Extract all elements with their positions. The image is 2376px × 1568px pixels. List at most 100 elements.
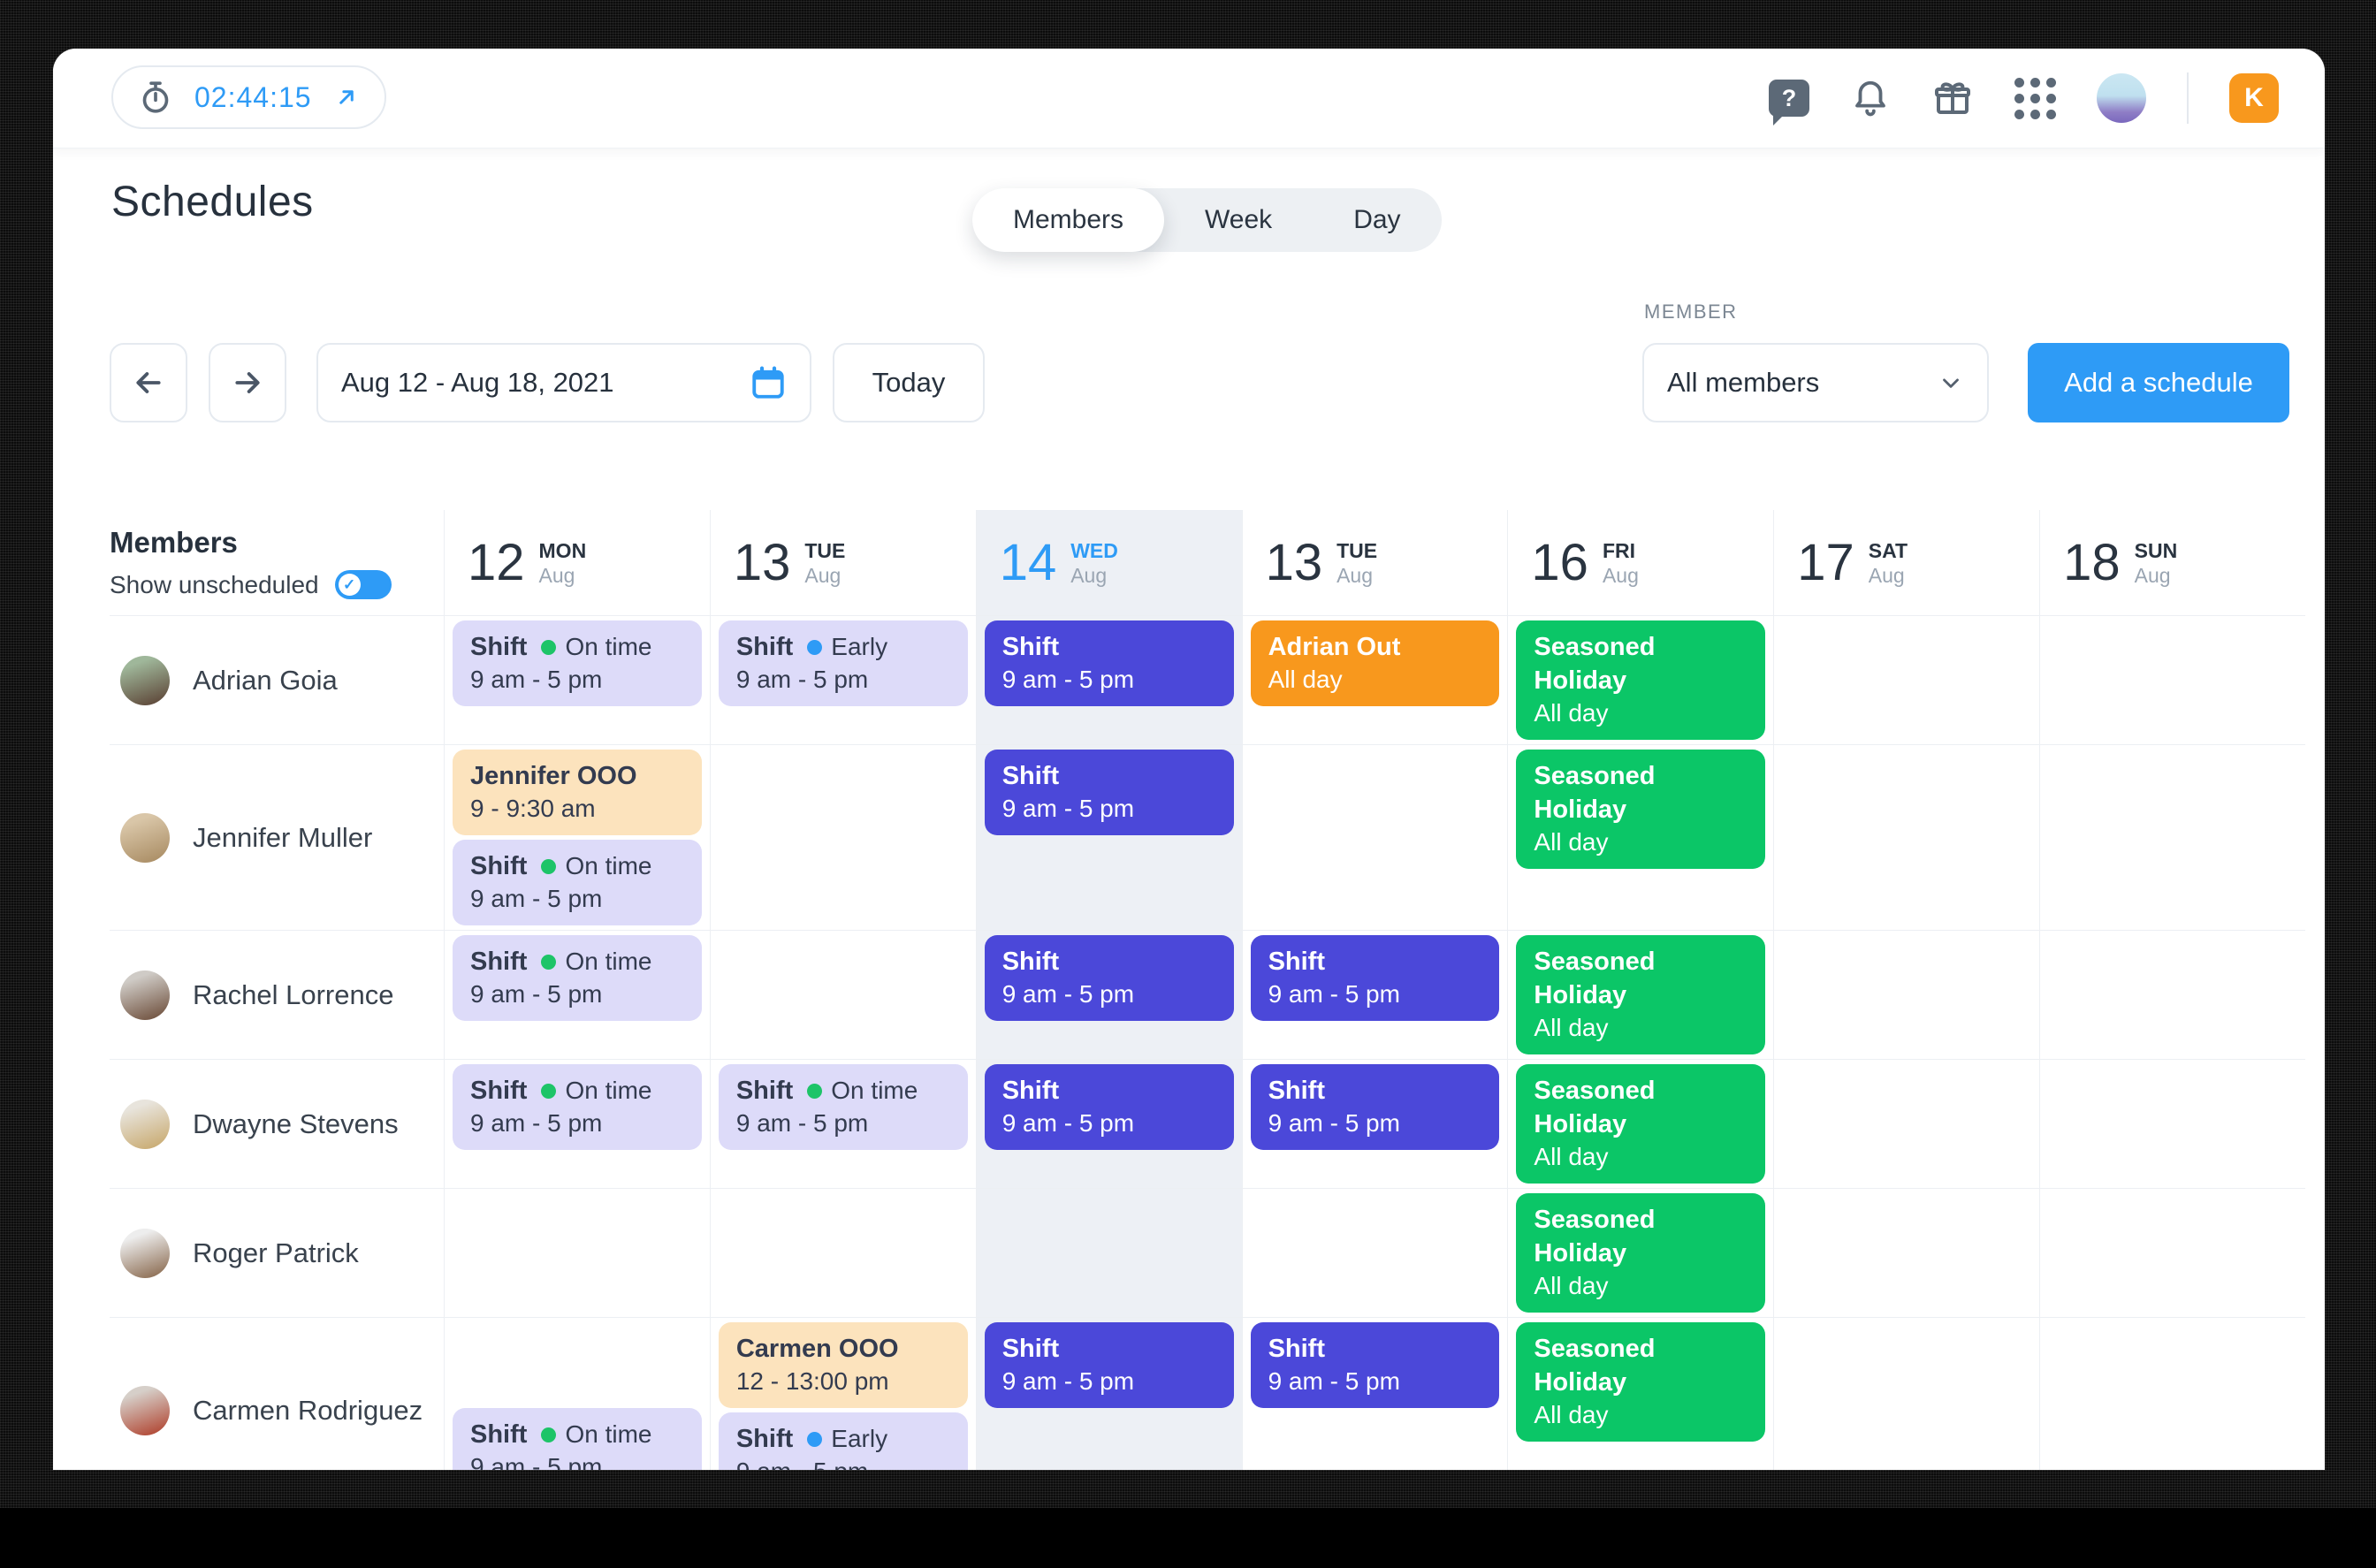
schedule-cell[interactable]: [1242, 745, 1508, 931]
tab-day[interactable]: Day: [1313, 188, 1441, 252]
schedule-cell[interactable]: ShiftOn time9 am - 5 pm: [444, 616, 710, 745]
schedule-cell[interactable]: Shift9 am - 5 pm: [1242, 1318, 1508, 1470]
day-of-week: TUE: [1336, 539, 1377, 563]
toggle-check-icon: ✓: [339, 574, 361, 596]
shift-card[interactable]: Shift9 am - 5 pm: [985, 750, 1234, 835]
shift-card[interactable]: ShiftOn time9 am - 5 pm: [453, 935, 702, 1021]
schedule-cell[interactable]: ShiftOn time9 am - 5 pm: [444, 1318, 710, 1470]
schedule-cell[interactable]: [710, 1189, 976, 1318]
schedule-cell[interactable]: [1773, 616, 2039, 745]
shift-card[interactable]: ShiftOn time9 am - 5 pm: [453, 1408, 702, 1470]
date-range-picker[interactable]: Aug 12 - Aug 18, 2021: [316, 343, 811, 422]
schedule-cell[interactable]: [976, 1189, 1242, 1318]
schedule-cell[interactable]: ShiftOn time9 am - 5 pm: [444, 931, 710, 1060]
schedule-cell[interactable]: Shift9 am - 5 pm: [976, 745, 1242, 931]
help-icon[interactable]: ?: [1769, 80, 1809, 117]
shift-card[interactable]: ShiftEarly9 am - 5 pm: [719, 620, 968, 706]
shift-card[interactable]: ShiftOn time9 am - 5 pm: [453, 1064, 702, 1150]
today-button[interactable]: Today: [833, 343, 985, 422]
status-dot-on_time: [541, 1084, 556, 1099]
card-time: 9 am - 5 pm: [470, 978, 684, 1010]
shift-card[interactable]: ShiftEarly9 am - 5 pm: [719, 1412, 968, 1470]
schedule-cell[interactable]: [2039, 931, 2305, 1060]
schedule-cell[interactable]: [710, 745, 976, 931]
ooo-card[interactable]: Jennifer OOO9 - 9:30 am: [453, 750, 702, 835]
holiday-card[interactable]: Seasoned HolidayAll day: [1516, 750, 1765, 869]
schedule-cell[interactable]: [2039, 616, 2305, 745]
schedule-cell[interactable]: Seasoned HolidayAll day: [1507, 931, 1773, 1060]
prev-week-button[interactable]: [110, 343, 187, 422]
timer-widget[interactable]: 02:44:15: [111, 65, 386, 129]
schedule-cell[interactable]: Seasoned HolidayAll day: [1507, 1060, 1773, 1189]
member-filter-select[interactable]: All members: [1642, 343, 1989, 422]
schedule-cell[interactable]: ShiftOn time9 am - 5 pm: [710, 1060, 976, 1189]
card-title-row: Seasoned Holiday: [1534, 1332, 1748, 1399]
shift-card[interactable]: Shift9 am - 5 pm: [1251, 1064, 1500, 1150]
next-week-button[interactable]: [209, 343, 286, 422]
day-header-13-tue: 13TUEAug: [710, 510, 976, 616]
schedule-cell[interactable]: Shift9 am - 5 pm: [1242, 1060, 1508, 1189]
card-title: Shift: [736, 1422, 793, 1456]
card-title: Shift: [1268, 1332, 1325, 1366]
show-unscheduled-toggle[interactable]: ✓: [335, 570, 392, 599]
ooo-card[interactable]: Carmen OOO12 - 13:00 pm: [719, 1322, 968, 1408]
schedule-cell[interactable]: [444, 1189, 710, 1318]
schedule-cell[interactable]: Seasoned HolidayAll day: [1507, 745, 1773, 931]
shift-card[interactable]: Shift9 am - 5 pm: [1251, 935, 1500, 1021]
holiday-card[interactable]: Seasoned HolidayAll day: [1516, 1322, 1765, 1442]
schedule-cell[interactable]: [1773, 1060, 2039, 1189]
holiday-card[interactable]: Seasoned HolidayAll day: [1516, 935, 1765, 1054]
out-card[interactable]: Adrian OutAll day: [1251, 620, 1500, 706]
shift-card[interactable]: Shift9 am - 5 pm: [985, 935, 1234, 1021]
schedule-cell[interactable]: Seasoned HolidayAll day: [1507, 616, 1773, 745]
schedule-cell[interactable]: [710, 931, 976, 1060]
gift-icon[interactable]: [1931, 77, 1974, 119]
card-status: Early: [831, 1422, 887, 1456]
schedule-cell[interactable]: Jennifer OOO9 - 9:30 amShiftOn time9 am …: [444, 745, 710, 931]
schedule-cell[interactable]: Seasoned HolidayAll day: [1507, 1318, 1773, 1470]
shift-card[interactable]: Shift9 am - 5 pm: [985, 1064, 1234, 1150]
shift-card[interactable]: Shift9 am - 5 pm: [985, 1322, 1234, 1408]
schedule-cell[interactable]: Seasoned HolidayAll day: [1507, 1189, 1773, 1318]
schedule-cell[interactable]: [2039, 1318, 2305, 1470]
open-timer-icon[interactable]: [333, 84, 360, 110]
schedule-cell[interactable]: [1773, 931, 2039, 1060]
holiday-card[interactable]: Seasoned HolidayAll day: [1516, 1064, 1765, 1184]
schedule-cell[interactable]: Shift9 am - 5 pm: [976, 616, 1242, 745]
day-labels: TUEAug: [804, 537, 845, 587]
card-time: All day: [1534, 1399, 1748, 1431]
schedule-cell[interactable]: ShiftEarly9 am - 5 pm: [710, 616, 976, 745]
shift-card[interactable]: ShiftOn time9 am - 5 pm: [453, 840, 702, 925]
schedule-cell[interactable]: Shift9 am - 5 pm: [976, 1060, 1242, 1189]
day-header-13-tue: 13TUEAug: [1242, 510, 1508, 616]
apps-grid-icon[interactable]: [2014, 78, 2056, 119]
tab-week[interactable]: Week: [1164, 188, 1313, 252]
shift-card[interactable]: ShiftOn time9 am - 5 pm: [719, 1064, 968, 1150]
schedule-cell[interactable]: [1773, 1318, 2039, 1470]
schedule-cell[interactable]: [1773, 1189, 2039, 1318]
schedule-cell[interactable]: ShiftOn time9 am - 5 pm: [444, 1060, 710, 1189]
schedule-cell[interactable]: [2039, 1060, 2305, 1189]
schedule-cell[interactable]: [2039, 1189, 2305, 1318]
holiday-card[interactable]: Seasoned HolidayAll day: [1516, 1193, 1765, 1313]
card-title: Shift: [470, 849, 527, 883]
shift-card[interactable]: Shift9 am - 5 pm: [985, 620, 1234, 706]
holiday-card[interactable]: Seasoned HolidayAll day: [1516, 620, 1765, 740]
schedule-cell[interactable]: Adrian OutAll day: [1242, 616, 1508, 745]
schedule-cell[interactable]: Shift9 am - 5 pm: [976, 1318, 1242, 1470]
schedule-cell[interactable]: [1773, 745, 2039, 931]
schedule-cell[interactable]: [1242, 1189, 1508, 1318]
user-avatar[interactable]: [2097, 73, 2146, 123]
notifications-bell-icon[interactable]: [1850, 78, 1891, 118]
status-dot-on_time: [807, 1084, 822, 1099]
schedule-cell[interactable]: Carmen OOO12 - 13:00 pmShiftEarly9 am - …: [710, 1318, 976, 1470]
schedule-cell[interactable]: [2039, 745, 2305, 931]
shift-card[interactable]: ShiftOn time9 am - 5 pm: [453, 620, 702, 706]
tab-members[interactable]: Members: [972, 188, 1164, 252]
schedule-cell[interactable]: Shift9 am - 5 pm: [976, 931, 1242, 1060]
schedule-cell[interactable]: Shift9 am - 5 pm: [1242, 931, 1508, 1060]
workspace-badge[interactable]: K: [2229, 73, 2279, 123]
card-time: 9 am - 5 pm: [470, 1451, 684, 1470]
add-schedule-button[interactable]: Add a schedule: [2028, 343, 2289, 422]
shift-card[interactable]: Shift9 am - 5 pm: [1251, 1322, 1500, 1408]
